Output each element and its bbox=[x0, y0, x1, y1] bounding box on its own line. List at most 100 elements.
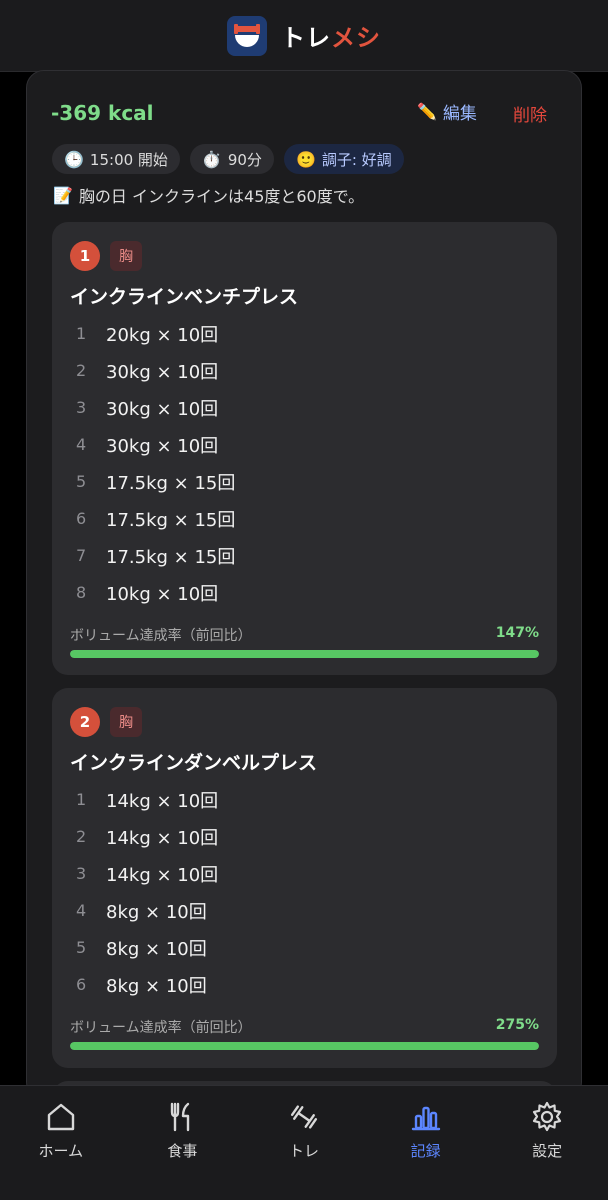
set-list: 1 14kg × 10回 2 14kg × 10回 3 14kg × 10回 4 8kg… bbox=[70, 781, 218, 1003]
exercise-number-badge: 2 bbox=[70, 707, 100, 737]
nav-tab-label: ホーム bbox=[38, 1142, 84, 1160]
set-value: 30kg × 10回 bbox=[106, 398, 219, 420]
nav-tab-label: 食事 bbox=[167, 1142, 198, 1160]
app-header: トレメシ bbox=[0, 0, 608, 72]
set-row: 8 10kg × 10回 bbox=[70, 574, 235, 611]
volume-progress-bar bbox=[70, 1042, 539, 1050]
clock-icon: 🕒 bbox=[64, 149, 84, 169]
set-row: 5 17.5kg × 15回 bbox=[70, 463, 235, 500]
set-number: 4 bbox=[76, 435, 87, 454]
set-row: 3 30kg × 10回 bbox=[70, 389, 235, 426]
set-row: 2 14kg × 10回 bbox=[70, 818, 218, 855]
fork-knife-icon bbox=[171, 1102, 190, 1132]
calorie-value: -369 kcal bbox=[51, 101, 154, 125]
volume-rate-row: ボリューム達成率（前回比） 275% bbox=[70, 1017, 539, 1037]
app-title-part1: トレ bbox=[281, 24, 331, 52]
volume-rate-label: ボリューム達成率（前回比） bbox=[70, 628, 252, 644]
set-row: 2 30kg × 10回 bbox=[70, 352, 235, 389]
set-value: 17.5kg × 15回 bbox=[106, 509, 236, 531]
volume-progress-bar bbox=[70, 650, 539, 658]
set-value: 8kg × 10回 bbox=[106, 938, 207, 960]
set-number: 6 bbox=[76, 975, 87, 994]
exercise-card[interactable]: 2 胸 インクラインダンベルプレス 1 14kg × 10回 2 14kg × 10… bbox=[52, 688, 557, 1068]
set-value: 30kg × 10回 bbox=[106, 435, 219, 457]
nav-tab-home[interactable]: ホーム bbox=[0, 1086, 122, 1200]
exercise-number-badge: 1 bbox=[70, 241, 100, 271]
chart-icon bbox=[411, 1106, 440, 1131]
memo-text: 胸の日 インクラインは45度と60度で。 bbox=[78, 187, 365, 206]
volume-progress-fill bbox=[70, 1042, 539, 1050]
pencil-icon: ✏️ bbox=[417, 102, 437, 121]
volume-rate-label: ボリューム達成率（前回比） bbox=[70, 1020, 252, 1036]
set-number: 2 bbox=[76, 827, 87, 846]
set-number: 3 bbox=[76, 864, 87, 883]
duration-chip: ⏱️ 90分 bbox=[189, 144, 274, 174]
condition-chip: 🙂 調子: 好調 bbox=[283, 144, 404, 174]
volume-rate-row: ボリューム達成率（前回比） 147% bbox=[70, 625, 539, 645]
edit-button[interactable]: ✏️ 編集 bbox=[417, 99, 477, 124]
set-list: 1 20kg × 10回 2 30kg × 10回 3 30kg × 10回 4 30k… bbox=[70, 315, 235, 611]
set-number: 1 bbox=[76, 790, 87, 809]
set-value: 14kg × 10回 bbox=[106, 790, 219, 812]
condition-label: 調子: 好調 bbox=[321, 150, 392, 169]
start-time-chip: 🕒 15:00 開始 bbox=[52, 144, 180, 174]
set-value: 8kg × 10回 bbox=[106, 901, 207, 923]
edit-label: 編集 bbox=[442, 104, 477, 124]
exercise-name: インクラインダンベルプレス bbox=[70, 752, 318, 774]
set-value: 20kg × 10回 bbox=[106, 324, 219, 346]
exercise-card[interactable]: 1 胸 インクラインベンチプレス 1 20kg × 10回 2 30kg × 10回… bbox=[52, 222, 557, 675]
record-chips: 🕒 15:00 開始 ⏱️ 90分 🙂 調子: 好調 bbox=[52, 144, 404, 174]
set-value: 17.5kg × 15回 bbox=[106, 546, 236, 568]
home-icon bbox=[47, 1103, 74, 1131]
set-row: 1 20kg × 10回 bbox=[70, 315, 235, 352]
gear-icon bbox=[533, 1101, 562, 1132]
app-logo-icon bbox=[227, 15, 267, 56]
delete-button[interactable]: 削除 bbox=[513, 101, 547, 126]
nav-tab-label: 記録 bbox=[410, 1142, 441, 1160]
bottom-nav: ホーム 食事 トレ 記録 設定 bbox=[0, 1085, 608, 1200]
nav-tab-label: トレ bbox=[288, 1142, 319, 1160]
nav-tab-training[interactable]: トレ bbox=[243, 1086, 365, 1200]
volume-rate-value: 147% bbox=[495, 625, 539, 641]
set-number: 7 bbox=[76, 546, 87, 565]
body-part-tag: 胸 bbox=[110, 241, 142, 271]
memo: 📝 胸の日 インクラインは45度と60度で。 bbox=[53, 183, 364, 207]
exercise-name: インクラインベンチプレス bbox=[70, 286, 299, 308]
set-number: 6 bbox=[76, 509, 87, 528]
set-number: 1 bbox=[76, 324, 87, 343]
set-value: 30kg × 10回 bbox=[106, 361, 219, 383]
nav-tab-settings[interactable]: 設定 bbox=[486, 1086, 608, 1200]
set-number: 8 bbox=[76, 583, 87, 602]
set-row: 4 30kg × 10回 bbox=[70, 426, 235, 463]
set-row: 6 17.5kg × 15回 bbox=[70, 500, 235, 537]
set-number: 5 bbox=[76, 472, 87, 491]
body-part-tag: 胸 bbox=[110, 707, 142, 737]
set-row: 6 8kg × 10回 bbox=[70, 966, 218, 1003]
memo-icon: 📝 bbox=[53, 185, 73, 205]
set-row: 1 14kg × 10回 bbox=[70, 781, 218, 818]
set-value: 14kg × 10回 bbox=[106, 827, 219, 849]
set-number: 2 bbox=[76, 361, 87, 380]
dumbbell-icon bbox=[290, 1105, 318, 1129]
set-number: 3 bbox=[76, 398, 87, 417]
set-row: 5 8kg × 10回 bbox=[70, 929, 218, 966]
nav-tab-label: 設定 bbox=[532, 1142, 563, 1160]
set-row: 7 17.5kg × 15回 bbox=[70, 537, 235, 574]
app-title: トレメシ bbox=[281, 18, 381, 53]
stopwatch-icon: ⏱️ bbox=[201, 149, 222, 169]
set-number: 4 bbox=[76, 901, 87, 920]
set-value: 8kg × 10回 bbox=[106, 975, 207, 997]
start-time-label: 15:00 開始 bbox=[89, 150, 168, 169]
smile-icon: 🙂 bbox=[295, 149, 316, 169]
nav-tab-records[interactable]: 記録 bbox=[365, 1086, 487, 1200]
app-title-part2: メシ bbox=[331, 24, 381, 52]
volume-progress-fill bbox=[70, 650, 539, 658]
set-value: 17.5kg × 15回 bbox=[106, 472, 236, 494]
set-value: 14kg × 10回 bbox=[106, 864, 219, 886]
volume-rate-value: 275% bbox=[495, 1017, 539, 1033]
workout-record-card: -369 kcal ✏️ 編集 削除 🕒 15:00 開始 ⏱️ 90分 🙂 調… bbox=[26, 70, 582, 1100]
nav-tab-meal[interactable]: 食事 bbox=[122, 1086, 244, 1200]
duration-label: 90分 bbox=[227, 150, 262, 169]
set-number: 5 bbox=[76, 938, 87, 957]
set-row: 3 14kg × 10回 bbox=[70, 855, 218, 892]
